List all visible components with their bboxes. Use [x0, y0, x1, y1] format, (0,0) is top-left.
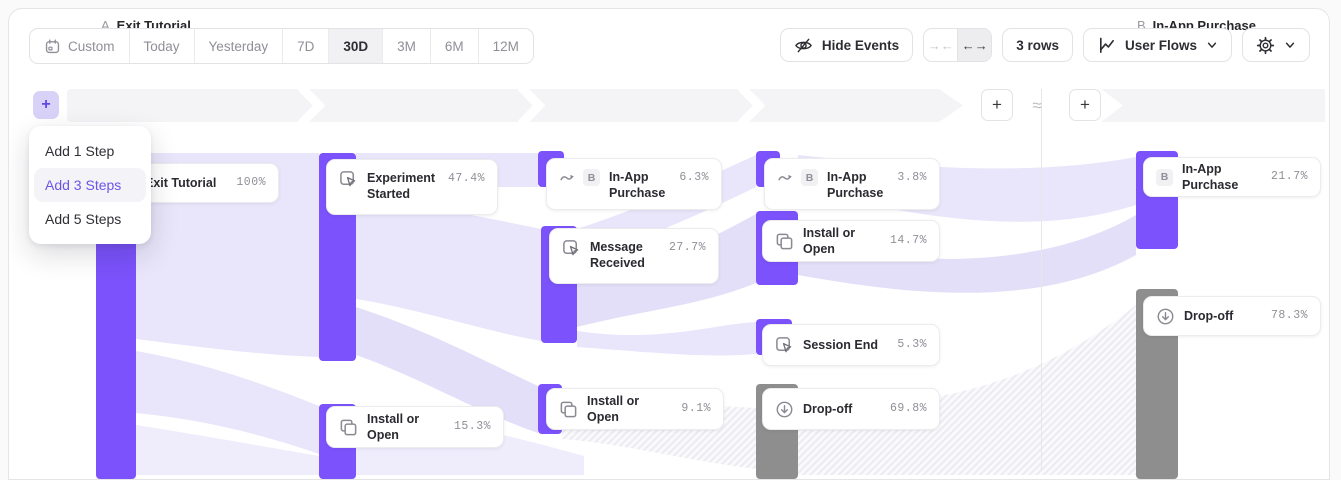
date-range-30d[interactable]: 30D [329, 29, 383, 63]
date-range-today[interactable]: Today [130, 29, 195, 63]
date-range-selector: Custom Today Yesterday 7D 30D 3M 6M 12M [29, 28, 534, 64]
step-b-event-badge: B [1156, 169, 1173, 186]
add-step-before-b-button[interactable]: + [1069, 89, 1101, 121]
expand-icon: ←→ [962, 38, 988, 53]
eye-off-icon [794, 36, 813, 55]
install-icon [339, 418, 358, 437]
gear-icon [1256, 36, 1275, 55]
flow-exit-to-install [136, 351, 319, 454]
install-icon [775, 232, 794, 251]
node-card-in-app-purchase-4[interactable]: B In-App Purchase 3.8% [764, 158, 940, 210]
step-b-event-badge: B [801, 169, 818, 186]
jump-icon [559, 169, 576, 186]
drop-off-icon [1156, 307, 1175, 326]
add-steps-menu: Add 1 Step Add 3 Steps Add 5 Steps [29, 126, 151, 244]
click-event-icon [775, 336, 794, 355]
node-card-b-dropoff[interactable]: Drop-off 78.3% [1143, 296, 1321, 336]
node-card-install-or-open-2[interactable]: Install or Open 15.3% [326, 406, 504, 448]
node-card-in-app-purchase-3[interactable]: B In-App Purchase 6.3% [546, 158, 722, 210]
add-step-after-a-button[interactable]: + [981, 89, 1013, 121]
hide-events-label: Hide Events [822, 38, 899, 53]
menu-item-add-5-steps[interactable]: Add 5 Steps [34, 202, 146, 236]
calendar-icon [44, 38, 61, 55]
hide-events-button[interactable]: Hide Events [780, 28, 913, 62]
add-step-before-button[interactable]: + [33, 91, 59, 119]
flow-chart-icon [1097, 36, 1116, 55]
flow-experiment-to-message [356, 195, 541, 341]
node-card-install-or-open-3[interactable]: Install or Open 9.1% [546, 388, 724, 430]
date-range-custom[interactable]: Custom [30, 29, 130, 63]
node-card-message-received[interactable]: Message Received 27.7% [549, 228, 719, 284]
menu-item-add-1-step[interactable]: Add 1 Step [34, 134, 146, 168]
node-card-session-end[interactable]: Session End 5.3% [762, 324, 940, 366]
chevron-down-icon [1284, 39, 1296, 51]
any-steps-between-symbol: ≈ [1023, 89, 1051, 122]
user-flows-panel: Custom Today Yesterday 7D 30D 3M 6M 12M … [8, 8, 1330, 480]
click-event-icon [339, 170, 358, 189]
click-event-icon [562, 239, 581, 258]
node-card-dropoff-4[interactable]: Drop-off 69.8% [762, 388, 940, 430]
date-range-yesterday[interactable]: Yesterday [195, 29, 284, 63]
date-range-12m[interactable]: 12M [479, 29, 533, 63]
chevron-down-icon [1206, 39, 1218, 51]
date-range-6m[interactable]: 6M [431, 29, 479, 63]
flow-message-to-session-end [577, 322, 756, 355]
view-type-dropdown[interactable]: User Flows [1083, 28, 1232, 62]
segment-divider-line [1041, 89, 1042, 471]
step-a-header-band[interactable] [67, 89, 963, 122]
collapse-icon: →← [928, 38, 954, 53]
date-range-7d[interactable]: 7D [283, 29, 329, 63]
column-width-toggle: →← ←→ [923, 28, 992, 62]
chart-toolbar: Hide Events →← ←→ 3 rows User Flows [780, 28, 1310, 62]
settings-dropdown[interactable] [1242, 28, 1310, 62]
collapse-columns-button[interactable]: →← [924, 29, 957, 61]
node-card-experiment-started[interactable]: Experiment Started 47.4% [326, 159, 498, 215]
view-type-label: User Flows [1125, 38, 1197, 53]
drop-off-icon [775, 400, 794, 419]
node-card-install-or-open-4[interactable]: Install or Open 14.7% [762, 220, 940, 262]
date-range-label: Custom [68, 39, 115, 54]
rows-button[interactable]: 3 rows [1002, 28, 1073, 62]
jump-icon [777, 169, 794, 186]
install-icon [559, 400, 578, 419]
expand-columns-button[interactable]: ←→ [957, 29, 991, 61]
node-card-b-in-app-purchase[interactable]: B In-App Purchase 21.7% [1143, 157, 1321, 197]
date-range-3m[interactable]: 3M [383, 29, 431, 63]
rows-label: 3 rows [1016, 38, 1059, 53]
step-b-header-band[interactable] [1101, 89, 1325, 122]
step-b-event-badge: B [583, 169, 600, 186]
menu-item-add-3-steps[interactable]: Add 3 Steps [34, 168, 146, 202]
